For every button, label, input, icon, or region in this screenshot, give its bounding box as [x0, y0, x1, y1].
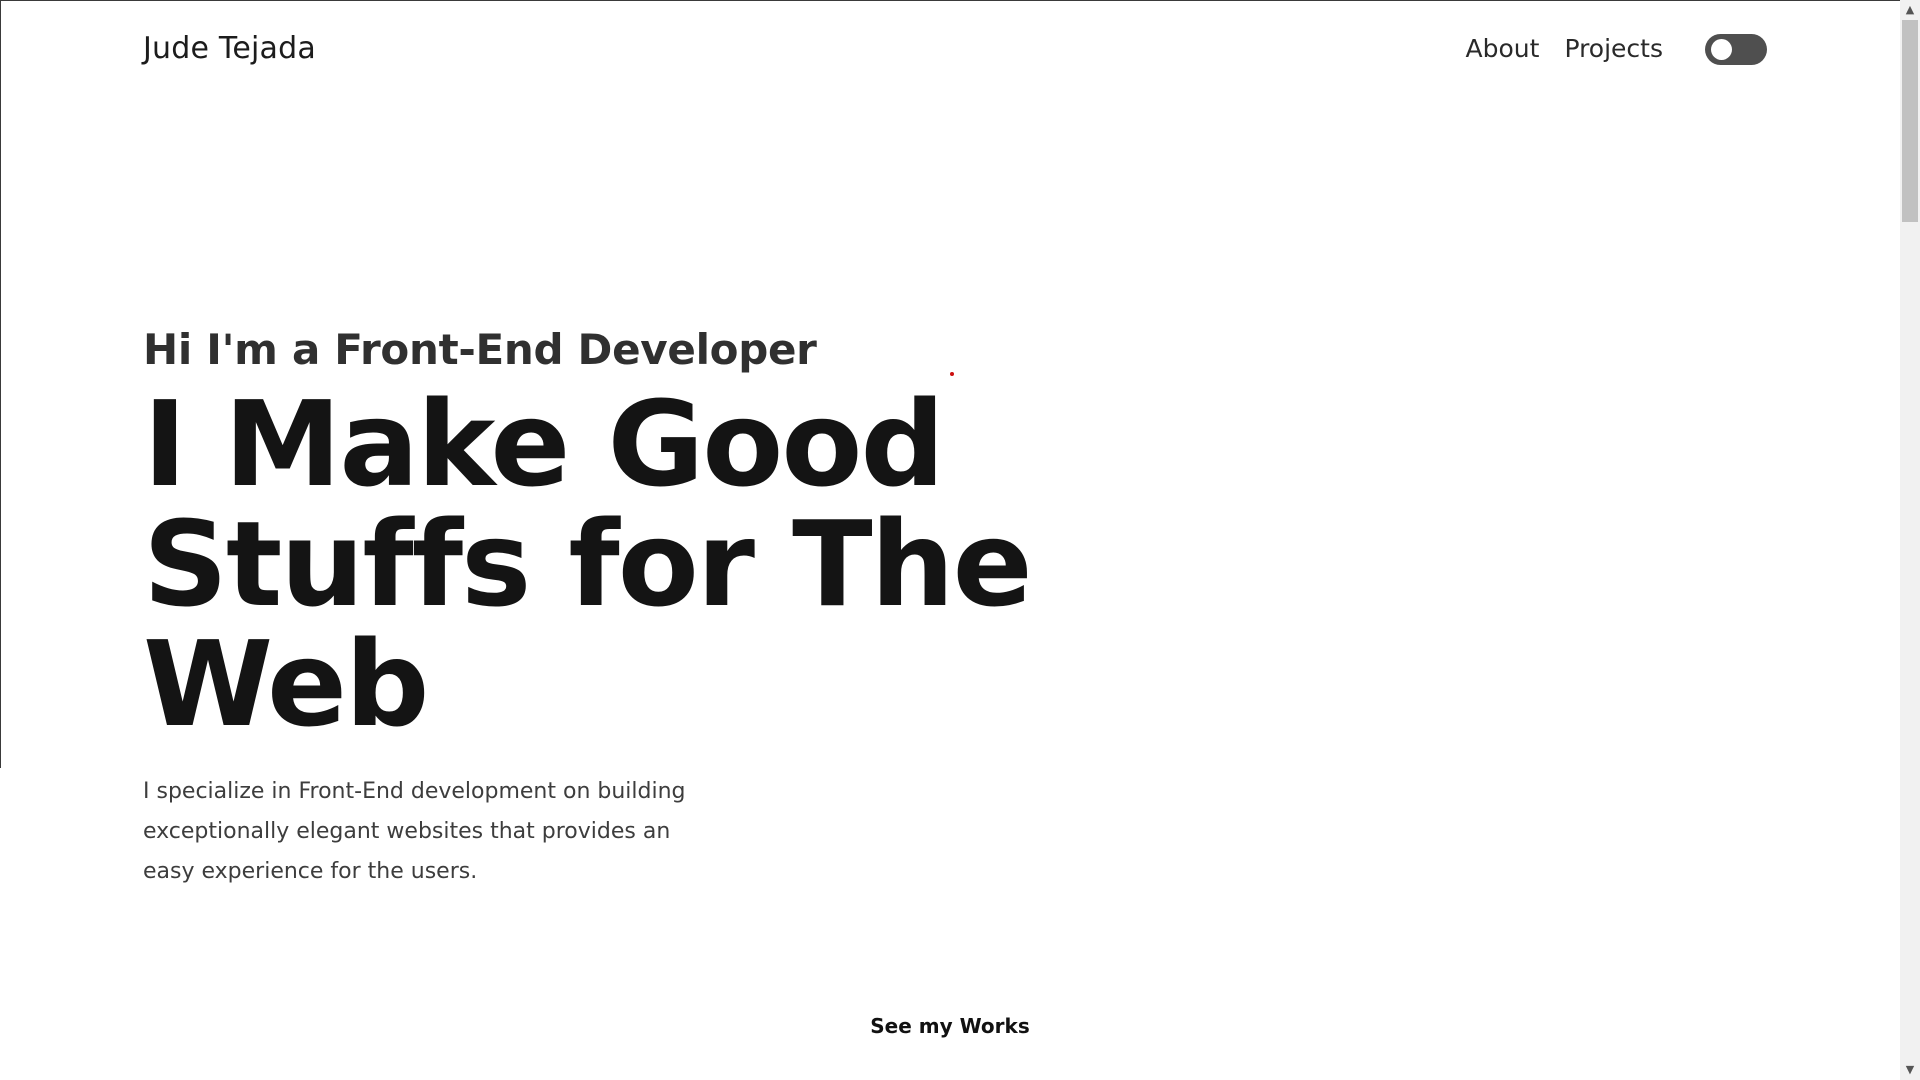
chevron-down-icon[interactable]: ▼ — [1900, 1060, 1920, 1080]
hero-section: Hi I'm a Front-End Developer I Make Good… — [143, 318, 1443, 892]
page-edge-left — [0, 0, 1, 768]
hero-subtitle: Hi I'm a Front-End Developer — [143, 325, 817, 374]
nav-about-link[interactable]: About — [1466, 24, 1540, 74]
vertical-scrollbar[interactable]: ▲ ▼ — [1900, 0, 1920, 1080]
page-edge-top — [0, 0, 1900, 1]
site-header: Jude Tejada About Projects — [143, 24, 1767, 74]
see-my-works-link[interactable]: See my Works — [0, 1014, 1900, 1038]
brand-logo-link[interactable]: Jude Tejada — [143, 24, 316, 74]
theme-toggle-switch[interactable] — [1705, 33, 1767, 65]
accent-dot-icon — [950, 372, 954, 376]
toggle-knob — [1711, 38, 1732, 60]
nav-projects-link[interactable]: Projects — [1564, 24, 1663, 74]
scrollbar-thumb[interactable] — [1902, 20, 1918, 222]
page: Jude Tejada About Projects Hi I'm a Fron… — [0, 0, 1900, 1080]
hero-description: I specialize in Front-End development on… — [143, 779, 686, 884]
hero-headline: I Make Good Stuffs for The Web — [143, 375, 1033, 753]
main-nav: About Projects — [1466, 24, 1767, 74]
chevron-up-icon[interactable]: ▲ — [1900, 0, 1920, 20]
browser-viewport: Jude Tejada About Projects Hi I'm a Fron… — [0, 0, 1920, 1080]
